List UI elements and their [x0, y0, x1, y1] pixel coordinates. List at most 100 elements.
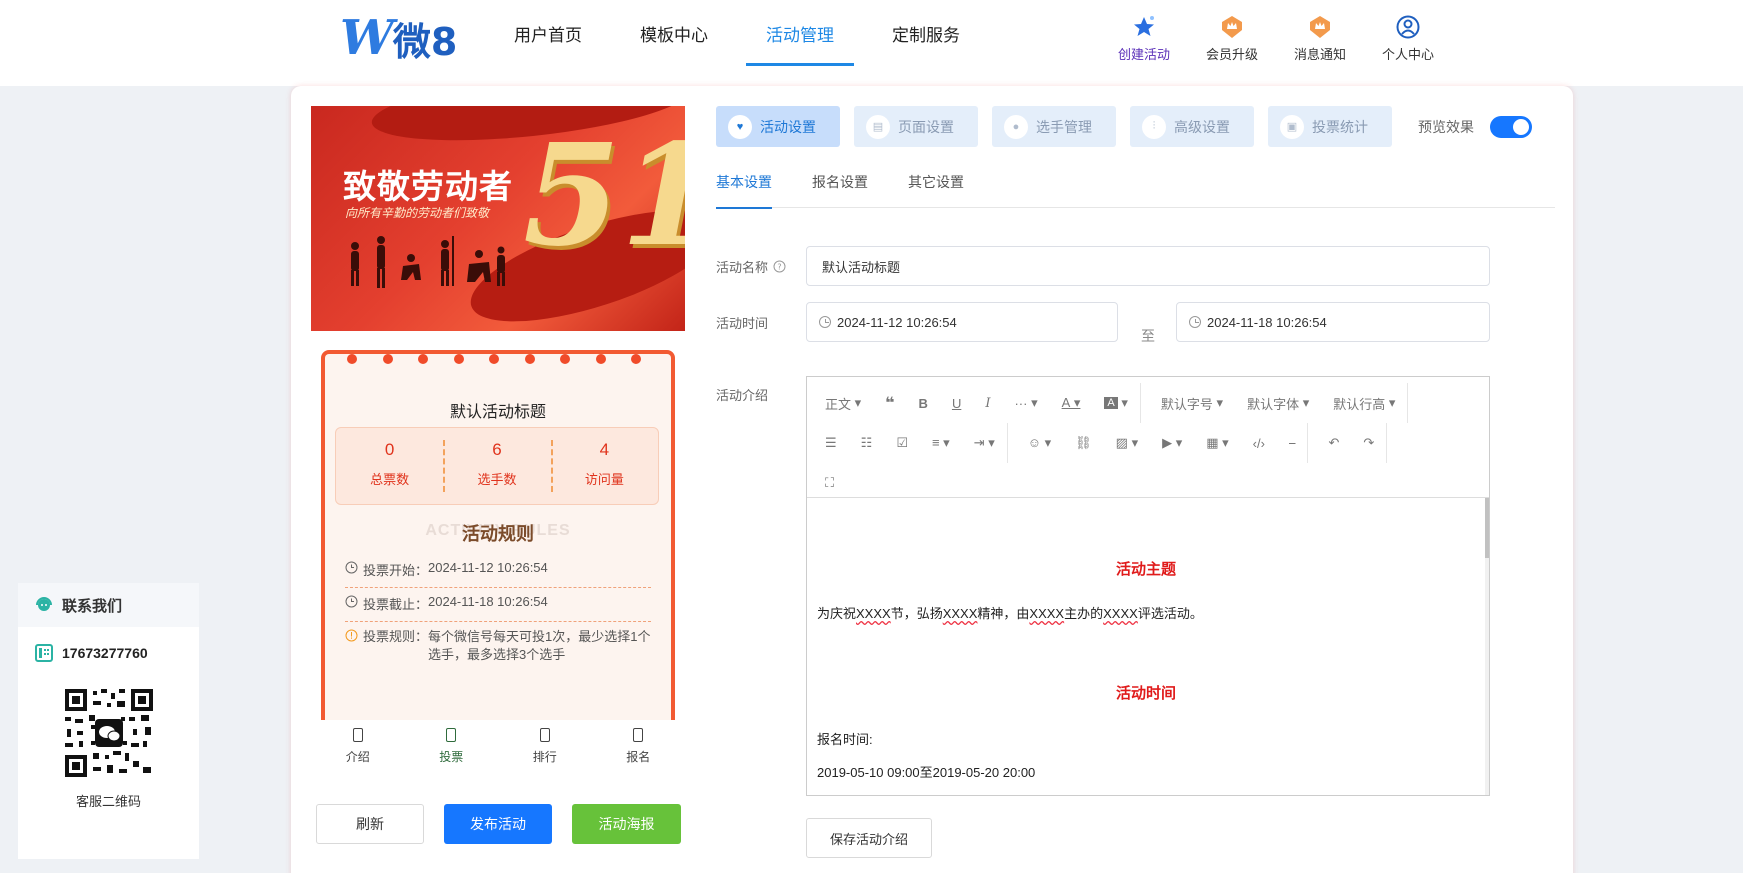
line-height-label: 默认行高 — [1333, 396, 1386, 412]
ring — [631, 354, 641, 364]
tab-vote[interactable]: 投票 — [405, 720, 499, 776]
ring — [489, 354, 499, 364]
content-text: 节，弘扬 — [890, 606, 943, 621]
worker-silhouettes-icon — [351, 236, 505, 288]
background-color-icon[interactable]: A ▾ — [1092, 383, 1141, 423]
font-family-select[interactable]: 默认字体 ▾ — [1235, 394, 1321, 413]
video-icon[interactable]: ▶ ▾ — [1150, 435, 1194, 451]
rule-key: 投票开始： — [363, 563, 429, 578]
start-time-value: 2024-11-12 10:26:54 — [837, 314, 957, 330]
stat-value: 4 — [599, 440, 610, 459]
bold-icon[interactable]: B — [907, 396, 940, 411]
logo-w-mark: W — [340, 10, 394, 66]
more-styles-select[interactable]: ··· ▾ — [1002, 395, 1049, 411]
publish-activity-button[interactable]: 发布活动 — [444, 804, 552, 844]
rule-key: 投票截止： — [363, 597, 429, 612]
undo-icon[interactable]: ↶ — [1316, 435, 1351, 451]
stat-label: 访问量 — [584, 472, 624, 487]
nav-activity-management[interactable]: 活动管理 — [746, 0, 854, 66]
rule-value: 每个微信号每天可投1次，最少选择1个选手，最多选择3个选手 — [428, 629, 651, 662]
content-text: 为庆祝 — [817, 606, 857, 621]
save-intro-button[interactable]: 保存活动介绍 — [806, 818, 932, 858]
content-text: 主办的 — [1064, 606, 1104, 621]
paragraph-style-select[interactable]: 正文 ▾ — [813, 394, 873, 413]
step-label: 活动设置 — [760, 118, 816, 135]
step-contestant-management[interactable]: ● 选手管理 — [992, 106, 1116, 147]
activity-name-input[interactable]: 默认活动标题 — [806, 246, 1490, 286]
create-activity-button[interactable]: 创建活动 — [1100, 14, 1188, 63]
table-icon[interactable]: ▦ ▾ — [1194, 435, 1240, 451]
settings-steps: ♥ 活动设置 ▤ 页面设置 ● 选手管理 ⫶ 高级设置 ▣ 投票统计 预览效果 — [716, 106, 1532, 147]
underline-icon[interactable]: U — [940, 396, 973, 411]
step-advanced-settings[interactable]: ⫶ 高级设置 — [1130, 106, 1254, 147]
image-icon[interactable]: ▨ ▾ — [1104, 435, 1150, 451]
font-size-select[interactable]: 默认字号 ▾ — [1149, 394, 1235, 413]
activity-time-label: 活动时间 — [716, 315, 769, 331]
tab-icon — [352, 728, 363, 742]
activity-banner: 致敬劳动者 向所有辛勤的劳动者们致敬 51 — [311, 106, 685, 331]
banner-subtitle: 向所有辛勤的劳动者们致敬 — [345, 206, 490, 220]
step-activity-settings[interactable]: ♥ 活动设置 — [716, 106, 840, 147]
settings-subtabs: 基本设置 报名设置 其它设置 — [716, 166, 1555, 209]
clock-icon — [345, 595, 361, 621]
personal-center-button[interactable]: 个人中心 — [1364, 14, 1452, 63]
stat-value: 6 — [492, 440, 502, 459]
start-time-input[interactable]: 2024-11-12 10:26:54 — [806, 302, 1118, 342]
end-time-input[interactable]: 2024-11-18 10:26:54 — [1176, 302, 1490, 342]
editor-content[interactable]: 活动主题 为庆祝XXXX节，弘扬XXXX精神，由XXXX主办的XXXX评选活动。… — [807, 498, 1485, 795]
notifications-label: 消息通知 — [1293, 47, 1346, 62]
font-color-icon[interactable]: A ▾ — [1050, 395, 1093, 411]
subtab-basic-settings[interactable]: 基本设置 — [716, 166, 772, 209]
tab-signup[interactable]: 报名 — [592, 720, 686, 776]
nav-template-center[interactable]: 模板中心 — [620, 0, 728, 66]
stat-visits: 4 访问量 — [550, 428, 658, 504]
banner-title: 致敬劳动者 — [343, 167, 513, 206]
code-icon[interactable]: ‹/› — [1241, 436, 1277, 451]
todo-list-icon[interactable]: ☑ — [884, 435, 920, 451]
link-icon[interactable]: ⛓ — [1063, 435, 1104, 451]
step-vote-statistics[interactable]: ▣ 投票统计 — [1268, 106, 1392, 147]
redo-icon[interactable]: ↷ — [1351, 423, 1388, 463]
subtab-signup-settings[interactable]: 报名设置 — [812, 166, 868, 208]
more-styles-label: ··· — [1014, 395, 1028, 411]
create-activity-label: 创建活动 — [1117, 47, 1170, 62]
refresh-button[interactable]: 刷新 — [316, 804, 424, 844]
emoji-icon[interactable]: ☺ ▾ — [1016, 435, 1063, 451]
indent-icon[interactable]: ⇥ ▾ — [962, 423, 1008, 463]
step-page-settings[interactable]: ▤ 页面设置 — [854, 106, 978, 147]
help-icon[interactable]: ? — [773, 260, 786, 273]
activity-poster-button[interactable]: 活动海报 — [572, 804, 681, 844]
toolbar-row: ☰ ☷ ☑ ≡ ▾ ⇥ ▾ ☺ ▾ ⛓ ▨ ▾ ▶ ▾ ▦ ▾ ‹/› ⎯ ↶ … — [813, 423, 1483, 463]
rule-vote-rules: 投票规则： 每个微信号每天可投1次，最少选择1个选手，最多选择3个选手 — [345, 628, 651, 664]
fullscreen-icon[interactable]: ⛶ — [813, 475, 846, 491]
notifications-button[interactable]: 消息通知 — [1276, 14, 1364, 63]
line-height-select[interactable]: 默认行高 ▾ — [1321, 383, 1409, 423]
subtab-other-settings[interactable]: 其它设置 — [908, 166, 964, 208]
nav-user-home[interactable]: 用户首页 — [494, 0, 602, 66]
stat-label: 选手数 — [477, 472, 517, 487]
contact-phone[interactable]: 17673277760 — [18, 627, 199, 679]
align-icon[interactable]: ≡ ▾ — [920, 435, 962, 451]
nav-custom-service[interactable]: 定制服务 — [872, 0, 980, 66]
activity-name-value: 默认活动标题 — [822, 259, 901, 275]
divider-icon[interactable]: ⎯ — [1277, 423, 1309, 463]
italic-icon[interactable]: I — [973, 396, 1002, 411]
site-logo[interactable]: W 微8 — [340, 10, 457, 66]
quote-icon[interactable]: ❝ — [873, 393, 906, 413]
bullet-list-icon[interactable]: ☰ — [813, 435, 849, 451]
warning-icon — [345, 629, 361, 664]
banner-number: 51 — [523, 114, 685, 278]
rules-title: 活动规则 — [462, 524, 534, 544]
ring — [595, 354, 606, 364]
tab-ranking[interactable]: 排行 — [498, 720, 592, 776]
member-upgrade-button[interactable]: 会员升级 — [1188, 14, 1276, 63]
heart-icon: ♥ — [728, 114, 752, 139]
font-size-label: 默认字号 — [1160, 396, 1213, 412]
tab-intro[interactable]: 介绍 — [311, 720, 405, 776]
top-actions: 创建活动 会员升级 消息通知 个人中心 — [1100, 14, 1452, 63]
numbered-list-icon[interactable]: ☷ — [849, 435, 885, 451]
editor-scrollbar[interactable] — [1485, 498, 1489, 795]
top-header: W 微8 用户首页 模板中心 活动管理 定制服务 创建活动 会员升级 消息通知 — [0, 0, 1743, 86]
preview-effect-toggle[interactable] — [1490, 115, 1532, 138]
phone-number: 17673277760 — [62, 645, 148, 661]
